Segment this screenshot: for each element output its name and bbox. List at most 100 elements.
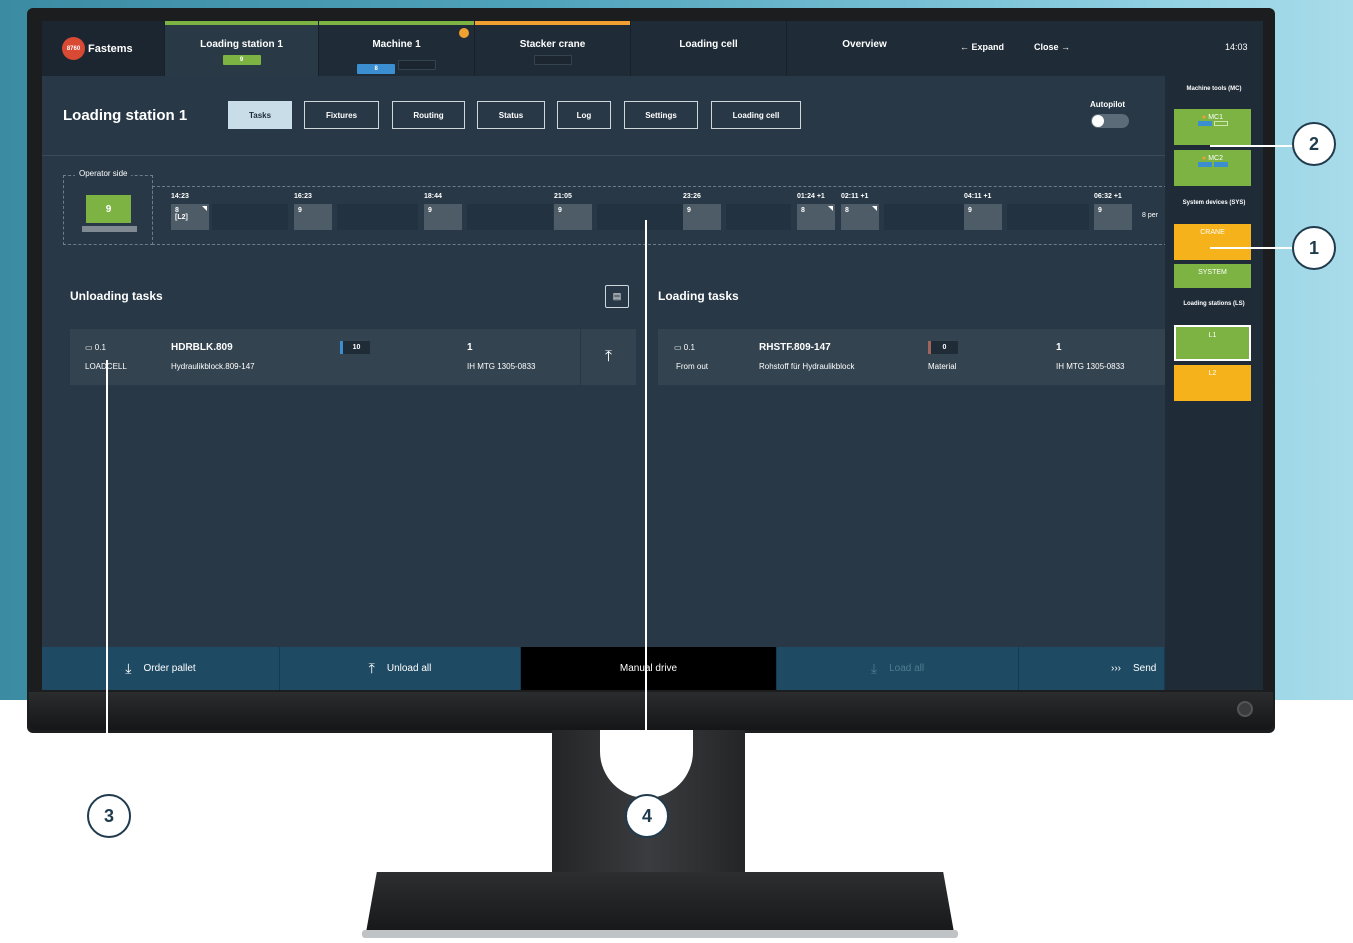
upload-icon: ⤒ [368, 660, 375, 676]
logo-badge: 8760 [62, 37, 85, 60]
autopilot-label: Autopilot [1090, 100, 1126, 109]
log-button[interactable]: Log [557, 101, 611, 129]
tab-label: Overview [842, 39, 887, 50]
tab-label: Loading cell [679, 39, 738, 50]
callout-4: 4 [625, 794, 669, 838]
sidebar-item-crane[interactable]: CRANE [1174, 224, 1251, 260]
callout-1: 1 [1292, 226, 1336, 270]
settings-button[interactable]: Settings [624, 101, 698, 129]
status-chip [1197, 121, 1212, 126]
sidebar-item-system[interactable]: SYSTEM [1174, 264, 1251, 288]
timeline-slot[interactable]: 9 [294, 204, 332, 230]
timeline-slot[interactable]: 9 [424, 204, 462, 230]
monitor-stand-edge [362, 930, 958, 938]
slot-value: 8 [801, 207, 805, 214]
slot-sub: [L2] [175, 214, 188, 221]
operator-pallet-base [82, 226, 137, 232]
close-button[interactable]: Close → [1034, 42, 1070, 52]
tab-accent [475, 21, 630, 25]
corner-flag-icon [828, 206, 833, 211]
timeline-gap [1007, 204, 1089, 230]
pallet-position: ▭ 0.1 [674, 343, 695, 352]
loading-title: Loading tasks [658, 289, 739, 303]
corner-flag-icon [872, 206, 877, 211]
sidebar-item-mc1[interactable]: ● MC1 [1174, 109, 1251, 145]
order-number: IH MTG 1305-0833 [467, 362, 536, 371]
corner-flag-icon [202, 206, 207, 211]
sidebar-item-l1[interactable]: L1 [1174, 325, 1251, 361]
callout-line [1210, 145, 1298, 147]
tab-stacker-crane[interactable]: Stacker crane [474, 21, 630, 76]
timeline-time: 14:23 [171, 193, 189, 200]
timeline-slot[interactable]: 8 [797, 204, 835, 230]
chevrons-icon: ››› [1111, 663, 1121, 674]
document-icon[interactable]: ▤ [605, 285, 629, 308]
timeline-slot[interactable]: 9 [964, 204, 1002, 230]
callout-line [106, 360, 108, 794]
callout-3: 3 [87, 794, 131, 838]
tab-label: Machine 1 [372, 39, 421, 50]
page-title: Loading station 1 [63, 107, 188, 124]
power-button-icon[interactable] [1237, 701, 1253, 717]
order-pallet-button[interactable]: ⤓ Order pallet [42, 647, 280, 690]
tab-loading-cell[interactable]: Loading cell [630, 21, 786, 76]
timeline-slot[interactable]: 9 [683, 204, 721, 230]
timeline-slot[interactable]: 8 [L2] [171, 204, 209, 230]
status-chip [1213, 121, 1228, 126]
tab-accent [319, 21, 474, 25]
sidebar-item-l2[interactable]: L2 [1174, 365, 1251, 401]
logo: 8760 Fastems [42, 21, 164, 76]
divider [42, 155, 1165, 156]
routing-button[interactable]: Routing [392, 101, 465, 129]
tab-loading-station-1[interactable]: Loading station 1 9 [164, 21, 318, 76]
part-code: RHSTF.809-147 [759, 342, 831, 353]
unload-all-button[interactable]: ⤒ Unload all [280, 647, 521, 690]
quantity-badge: 0 [928, 341, 958, 354]
logo-text: Fastems [88, 42, 133, 55]
slot-value: 8 [845, 207, 849, 214]
manual-drive-button[interactable]: Manual drive [521, 647, 777, 690]
download-icon: ⤓ [125, 660, 132, 676]
expand-button[interactable]: ← Expand [960, 42, 1004, 52]
status-chip [1197, 162, 1212, 167]
warning-icon: ● [1202, 114, 1207, 121]
autopilot-toggle[interactable] [1091, 114, 1129, 128]
timeline-time: 16:23 [294, 193, 312, 200]
fixtures-button[interactable]: Fixtures [304, 101, 379, 129]
page-header: Loading station 1 Tasks Fixtures Routing… [42, 76, 1165, 156]
tasks-button[interactable]: Tasks [228, 101, 292, 129]
sidebar: Machine tools (MC) ● MC1 ● MC2 System de… [1165, 76, 1263, 690]
screen: 8760 Fastems Loading station 1 9 Machine… [42, 21, 1263, 690]
warning-icon: ● [1202, 155, 1207, 162]
system-devices-heading: System devices (SYS) [1182, 200, 1246, 206]
timeline-time: 04:11 +1 [964, 193, 992, 200]
button-label: Load all [889, 663, 925, 674]
tile-label: MC1 [1208, 114, 1223, 121]
upload-icon[interactable]: ⤒ [580, 329, 636, 385]
timeline-slot[interactable]: 9 [1094, 204, 1132, 230]
timeline-slot[interactable]: 9 [554, 204, 592, 230]
status-chip [1213, 162, 1228, 167]
sidebar-item-mc2[interactable]: ● MC2 [1174, 150, 1251, 186]
timeline-slot[interactable]: 8 [841, 204, 879, 230]
monitor-chin [29, 692, 1273, 730]
tab-machine-1[interactable]: Machine 1 8 [318, 21, 474, 76]
timeline-gap [597, 204, 683, 230]
tile-label: MC2 [1208, 155, 1223, 162]
table-row[interactable]: ▭ 0.1 From out RHSTF.809-147 Rohstoff fü… [658, 329, 1165, 385]
count: 1 [467, 342, 473, 353]
tab-overview[interactable]: Overview [786, 21, 942, 76]
status-badge: 8 [357, 64, 396, 74]
load-all-button[interactable]: ⤓ Load all [777, 647, 1019, 690]
send-button[interactable]: ››› Send [1019, 647, 1165, 690]
location: From out [676, 362, 709, 371]
status-badge: 9 [222, 55, 261, 65]
status-button[interactable]: Status [477, 101, 545, 129]
operator-side-label: Operator side [75, 169, 132, 178]
loading-cell-button[interactable]: Loading cell [711, 101, 801, 129]
table-row[interactable]: ▭ 0.1 LOADCELL HDRBLK.809 Hydraulikblock… [70, 329, 636, 385]
empty-badge [533, 55, 572, 65]
part-description: Hydraulikblock.809-147 [171, 362, 255, 371]
operator-pallet[interactable]: 9 [86, 195, 131, 223]
unloading-title: Unloading tasks [70, 289, 163, 303]
